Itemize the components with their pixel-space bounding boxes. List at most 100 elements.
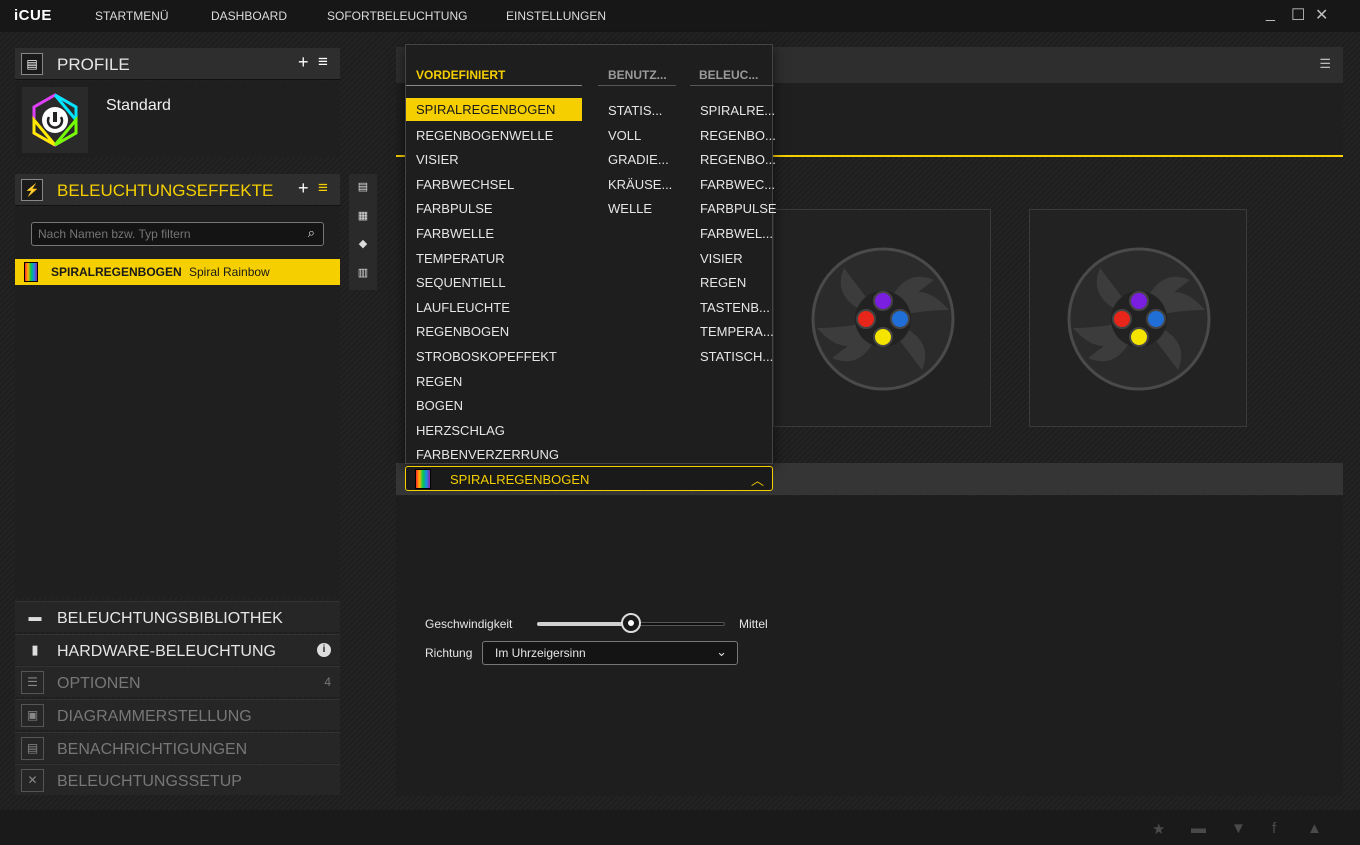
sidebar-item-label: BELEUCHTUNGSSETUP (57, 773, 242, 790)
dropdown-item[interactable]: VOLL (608, 128, 641, 143)
delete-icon[interactable]: ▥ (349, 266, 377, 279)
corsair-icon[interactable]: ▲ (1307, 820, 1322, 837)
copy-icon[interactable]: ▤ (349, 180, 377, 193)
sidebar-item-label: OPTIONEN (57, 675, 141, 692)
filter-input[interactable] (38, 225, 298, 243)
dropdown-item[interactable]: BOGEN (416, 398, 463, 413)
filter-field[interactable]: ⌕ (31, 222, 324, 246)
effects-menu-button[interactable]: ≡ (318, 178, 328, 198)
dropdown-item[interactable]: KRÄUSE... (608, 177, 672, 192)
effect-list-item[interactable]: SPIRALREGENBOGEN Spiral Rainbow (15, 259, 340, 285)
dropdown-item[interactable]: STROBOSKOPEFFEKT (416, 349, 557, 364)
effect-subtitle: Spiral Rainbow (189, 265, 270, 279)
move-icon[interactable]: ◆ (349, 237, 377, 250)
nav-startmenu[interactable]: STARTMENÜ (95, 9, 169, 23)
dropdown-item[interactable]: REGEN (700, 275, 746, 290)
search-icon[interactable]: ⌕ (308, 225, 315, 241)
dropdown-item[interactable]: REGEN (416, 374, 462, 389)
dropdown-item[interactable]: VISIER (700, 251, 743, 266)
sidebar-item-hardware-lighting[interactable]: ▮ HARDWARE-BELEUCHTUNG i (15, 634, 340, 665)
chevron-up-icon[interactable]: ︿ (751, 470, 764, 489)
dropdown-item[interactable]: FARBENVERZERRUNG (416, 447, 559, 462)
dropdown-item[interactable]: SPIRALRE... (700, 103, 775, 118)
dropdown-item[interactable]: VISIER (416, 152, 459, 167)
nav-instant-lighting[interactable]: SOFORTBELEUCHTUNG (327, 9, 467, 23)
minimize-button[interactable]: _ (1266, 5, 1275, 23)
dropdown-item[interactable]: TASTENB... (700, 300, 770, 315)
column-divider (406, 85, 582, 86)
folder-icon: ▬ (28, 609, 42, 624)
dropdown-item[interactable]: FARBWEL... (700, 226, 773, 241)
speed-label: Geschwindigkeit (425, 617, 513, 631)
maximize-button[interactable]: ☐ (1291, 5, 1305, 25)
nav-settings[interactable]: EINSTELLUNGEN (506, 9, 606, 23)
twitter-icon[interactable]: ▼ (1231, 820, 1246, 837)
chat-icon[interactable]: ▬ (1191, 820, 1206, 837)
dropdown-item[interactable]: TEMPERA... (700, 324, 774, 339)
dropdown-item[interactable]: TEMPERATUR (416, 251, 505, 266)
effect-type-dropdown: VORDEFINIERT BENUTZ... BELEUC... SPIRALR… (405, 44, 777, 464)
sidebar-item-notifications[interactable]: ▤ BENACHRICHTIGUNGEN (15, 732, 340, 763)
profile-name[interactable]: Standard (106, 97, 171, 115)
app-logo: iCUE (14, 7, 52, 24)
dropdown-item[interactable]: STATIS... (608, 103, 662, 118)
profile-header: ▤ PROFILE + ≡ (15, 48, 340, 80)
selected-effect-label: SPIRALREGENBOGEN (450, 472, 590, 487)
dropdown-item[interactable]: FARBPULSE (700, 201, 777, 216)
effects-title: BELEUCHTUNGSEFFEKTE (57, 181, 274, 200)
nav-dashboard[interactable]: DASHBOARD (211, 9, 287, 23)
facebook-icon[interactable]: f (1272, 820, 1276, 837)
sort-icon[interactable]: ☰ (1319, 56, 1331, 72)
dropdown-item[interactable]: REGENBOGEN (416, 324, 509, 339)
dropdown-item[interactable]: SEQUENTIELL (416, 275, 506, 290)
add-effect-button[interactable]: + (298, 178, 309, 199)
dropdown-item[interactable]: HERZSCHLAG (416, 423, 505, 438)
dropdown-item[interactable]: WELLE (608, 201, 652, 216)
dropdown-item[interactable]: FARBPULSE (416, 201, 493, 216)
dropdown-item[interactable]: FARBWELLE (416, 226, 494, 241)
dropdown-item[interactable]: REGENBO... (700, 152, 776, 167)
lightning-icon: ⚡ (21, 179, 43, 201)
effect-type-select[interactable]: SPIRALREGENBOGEN ︿ (405, 466, 773, 491)
fan-tile[interactable] (1029, 209, 1247, 427)
profile-logo-icon[interactable] (22, 87, 88, 153)
dropdown-item[interactable]: FARBWEC... (700, 177, 775, 192)
dropdown-item[interactable]: GRADIE... (608, 152, 669, 167)
dropdown-item[interactable]: STATISCH... (700, 349, 773, 364)
sidebar-item-lighting-setup[interactable]: ✕ BELEUCHTUNGSSETUP (15, 764, 340, 795)
speed-slider-fill (537, 622, 631, 626)
column-divider (690, 85, 774, 86)
dropdown-item[interactable]: FARBWECHSEL (416, 177, 514, 192)
fan-tile[interactable] (773, 209, 991, 427)
rainbow-swatch-icon (24, 262, 38, 282)
speed-slider-handle[interactable] (621, 613, 641, 633)
duplicate-icon[interactable]: ▦ (349, 209, 377, 222)
direction-value: Im Uhrzeigersinn (495, 646, 586, 660)
dropdown-item[interactable]: REGENBOGENWELLE (416, 128, 553, 143)
dropdown-item[interactable]: LAUFLEUCHTE (416, 300, 510, 315)
dropdown-item[interactable]: REGENBO... (700, 128, 776, 143)
rainbow-swatch-icon (415, 469, 431, 489)
sidebar-item-label: BELEUCHTUNGSBIBLIOTHEK (57, 610, 283, 627)
info-icon[interactable]: i (317, 643, 331, 657)
speed-value: Mittel (739, 617, 768, 631)
device-icon: ▮ (31, 642, 39, 657)
add-profile-button[interactable]: + (298, 52, 309, 73)
chevron-down-icon: ⌄ (716, 644, 727, 659)
close-button[interactable]: ✕ (1315, 5, 1328, 25)
column-header-lighting[interactable]: BELEUC... (699, 68, 758, 82)
title-bar (0, 0, 1360, 32)
effect-name: SPIRALREGENBOGEN (51, 265, 182, 279)
graph-icon: ▣ (21, 704, 44, 727)
sidebar-item-graphs[interactable]: ▣ DIAGRAMMERSTELLUNG (15, 699, 340, 730)
column-header-custom[interactable]: BENUTZ... (608, 68, 667, 82)
sidebar-item-lighting-library[interactable]: ▬ BELEUCHTUNGSBIBLIOTHEK (15, 601, 340, 632)
sidebar-item-options[interactable]: ☰ OPTIONEN 4 (15, 666, 340, 697)
direction-select[interactable]: Im Uhrzeigersinn ⌄ (482, 641, 738, 665)
column-header-predefined[interactable]: VORDEFINIERT (416, 68, 505, 82)
effects-header: ⚡ BELEUCHTUNGSEFFEKTE + ≡ (15, 174, 340, 206)
layer-toolstrip: ▤ ▦ ◆ ▥ (349, 174, 377, 290)
profile-menu-button[interactable]: ≡ (318, 52, 328, 72)
dropdown-item[interactable]: SPIRALREGENBOGEN (406, 98, 582, 121)
rating-icon[interactable]: ★ (1152, 820, 1165, 838)
